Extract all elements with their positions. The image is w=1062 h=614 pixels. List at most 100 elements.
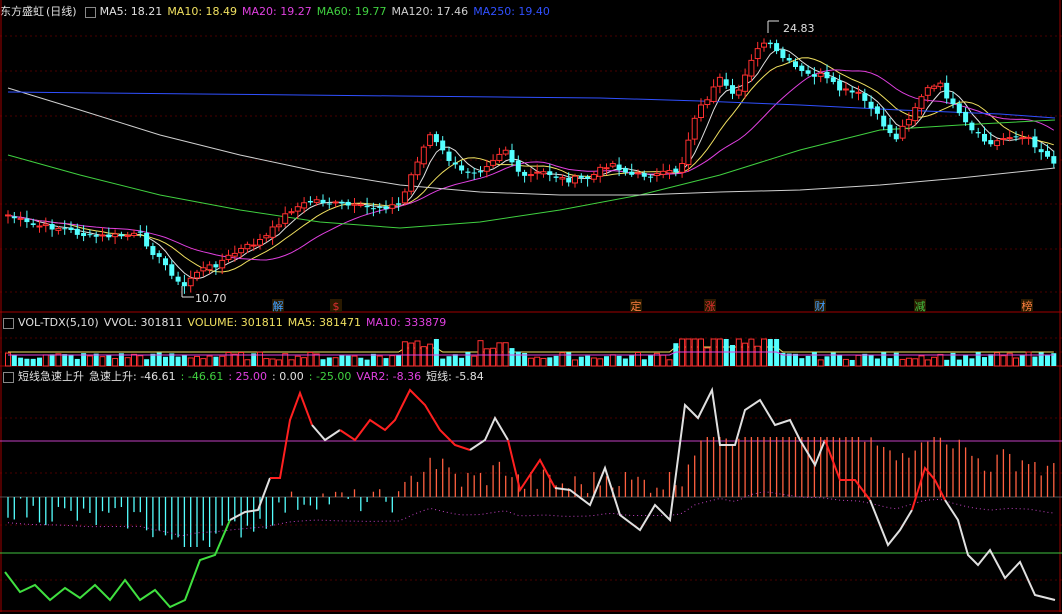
candle-body: [62, 228, 68, 230]
candle-body: [1032, 136, 1038, 148]
event-marker-2[interactable]: 定: [630, 299, 642, 313]
candle-body: [433, 134, 439, 143]
candle-body: [963, 111, 969, 123]
event-marker-0[interactable]: 解: [272, 299, 284, 313]
candle-body: [377, 206, 383, 208]
event-markers[interactable]: 解 $ 定 涨 财 减 榜: [272, 299, 1033, 313]
candle-body: [527, 174, 534, 177]
candle-body: [975, 132, 981, 134]
volume-bar: [490, 347, 497, 367]
volume-bar: [1025, 351, 1032, 367]
candle-body: [887, 124, 893, 134]
volume-bar: [18, 357, 24, 366]
volume-bar: [219, 355, 226, 367]
candle-body: [5, 214, 11, 217]
event-marker-3[interactable]: 涨: [704, 299, 716, 313]
kline-chart-canvas[interactable]: 24.83 10.70 解 $ 定 涨 财 减 榜: [0, 0, 1062, 614]
candle-body: [294, 206, 301, 212]
volume-bar: [540, 357, 547, 367]
high-price-label: 24.83: [783, 22, 815, 35]
volume-bar: [99, 356, 106, 367]
volume-bar: [124, 357, 131, 367]
candle-body: [603, 167, 610, 170]
candle-body: [459, 165, 465, 171]
volume-bar: [748, 338, 755, 367]
candle-body: [238, 247, 245, 254]
volume-bar: [446, 356, 452, 366]
candle-body: [754, 48, 761, 60]
candle-body: [452, 162, 458, 165]
candle-body: [288, 211, 295, 214]
volume-bar: [1013, 357, 1019, 367]
candle-body: [616, 164, 622, 171]
volume-bar: [358, 357, 364, 366]
candle-body: [704, 99, 711, 106]
candle-body: [383, 206, 389, 210]
candle-body: [547, 171, 553, 176]
volume-bar: [515, 351, 521, 366]
volume-bar: [275, 359, 282, 367]
volume-bar: [1038, 352, 1044, 366]
short-line-segment: [4, 519, 231, 609]
volume-bar: [963, 354, 969, 366]
short-line-segment: [229, 477, 271, 521]
candle-body: [899, 125, 906, 139]
candle-body: [653, 173, 660, 176]
volume-bar: [131, 353, 137, 367]
event-marker-label: 解: [273, 299, 284, 313]
candle-body: [735, 89, 742, 96]
volume-bar: [433, 339, 439, 366]
candle-body: [396, 203, 402, 205]
volume-bar: [459, 357, 465, 366]
volume-bar: [225, 351, 232, 367]
volume-bar: [509, 348, 515, 366]
candle-body: [169, 264, 175, 276]
candle-body: [231, 252, 238, 257]
event-marker-1[interactable]: $: [330, 299, 342, 313]
event-marker-label: 定: [631, 299, 642, 313]
candle-body: [824, 71, 830, 79]
candle-body: [24, 218, 30, 223]
volume-bar: [944, 359, 950, 366]
volume-bar: [30, 358, 36, 366]
volume-bar: [641, 359, 647, 366]
volume-bar: [37, 357, 42, 366]
candle-body: [691, 117, 698, 140]
candle-body: [74, 228, 80, 235]
candle-body: [994, 140, 1001, 147]
candle-body: [339, 201, 345, 204]
volume-bar: [988, 354, 994, 366]
short-line-segment: [311, 424, 341, 442]
volume-bar: [811, 352, 817, 366]
event-marker-5[interactable]: 减: [914, 299, 926, 313]
candle-body: [799, 65, 805, 71]
candle-body: [855, 91, 862, 94]
candle-body: [868, 101, 874, 109]
candle-body: [950, 98, 956, 105]
volume-bar: [231, 353, 238, 367]
candle-body: [244, 243, 251, 250]
volume-bar: [194, 355, 200, 367]
candle-body: [187, 277, 194, 287]
candle-body: [446, 151, 452, 161]
volume-bar: [855, 354, 862, 367]
volume-bar: [899, 358, 906, 367]
volume-bar: [187, 357, 194, 367]
volume-bar: [213, 356, 219, 366]
candle-body: [905, 118, 912, 126]
candle-body: [68, 227, 74, 231]
candle-body: [112, 233, 119, 238]
candle-body: [881, 115, 887, 127]
candle-body: [163, 258, 168, 266]
candle-body: [716, 76, 723, 87]
volume-bar: [918, 355, 925, 367]
candle-body: [269, 226, 276, 238]
volume-bar: [11, 355, 17, 366]
volume-bar: [294, 355, 301, 367]
event-marker-6[interactable]: 榜: [1021, 299, 1033, 313]
volume-bar: [604, 356, 609, 366]
event-marker-4[interactable]: 财: [814, 299, 826, 313]
candle-body: [1006, 137, 1013, 140]
candle-body: [509, 150, 515, 163]
volume-bar: [1000, 355, 1007, 367]
